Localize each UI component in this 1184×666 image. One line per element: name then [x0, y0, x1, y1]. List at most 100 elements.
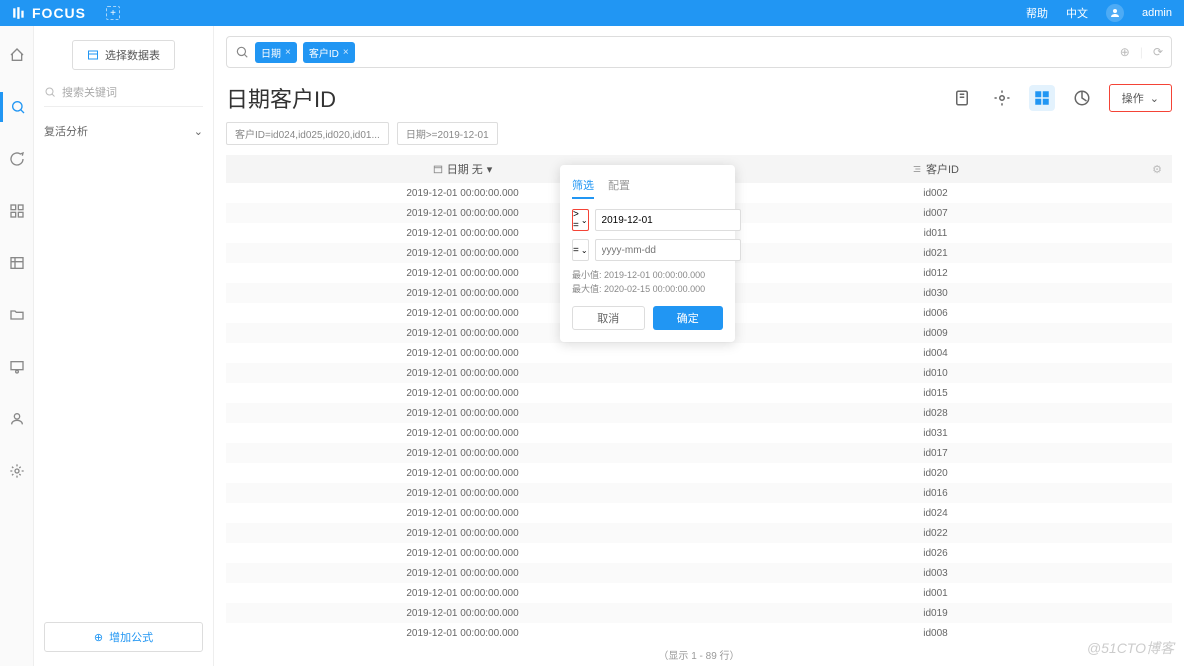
table-row[interactable]: 2019-12-01 00:00:00.000id008 — [226, 623, 1172, 643]
cell-date: 2019-12-01 00:00:00.000 — [226, 523, 699, 543]
row-count: （显示 1 - 89 行） — [226, 643, 1172, 666]
select-datatable-button[interactable]: 选择数据表 — [72, 40, 175, 70]
nav-home[interactable] — [0, 40, 34, 70]
calendar-icon — [433, 164, 443, 174]
watermark: @51CTO博客 — [1087, 638, 1174, 658]
table-row[interactable]: 2019-12-01 00:00:00.000id003 — [226, 563, 1172, 583]
cell-id: id011 — [699, 223, 1172, 243]
table-row[interactable]: 2019-12-01 00:00:00.000id028 — [226, 403, 1172, 423]
search-icon — [235, 45, 249, 59]
refresh-icon[interactable]: ⟳ — [1153, 45, 1163, 59]
add-formula-button[interactable]: ⊕ 增加公式 — [44, 622, 203, 652]
table-row[interactable]: 2019-12-01 00:00:00.000id020 — [226, 463, 1172, 483]
table-row[interactable]: 2019-12-01 00:00:00.000id031 — [226, 423, 1172, 443]
table-row[interactable]: 2019-12-01 00:00:00.000id004 — [226, 343, 1172, 363]
nav-table[interactable] — [0, 248, 34, 278]
filter-value-2[interactable] — [595, 239, 741, 261]
table-icon — [87, 49, 99, 61]
column-settings-icon[interactable]: ⚙ — [1152, 163, 1162, 176]
cancel-button[interactable]: 取消 — [572, 306, 645, 330]
new-tab-button[interactable]: + — [106, 6, 120, 20]
cell-date: 2019-12-01 00:00:00.000 — [226, 563, 699, 583]
table-row[interactable]: 2019-12-01 00:00:00.000id026 — [226, 543, 1172, 563]
nav-folder[interactable] — [0, 300, 34, 330]
cell-date: 2019-12-01 00:00:00.000 — [226, 623, 699, 643]
settings-icon[interactable] — [989, 85, 1015, 111]
table-row[interactable]: 2019-12-01 00:00:00.000id024 — [226, 503, 1172, 523]
query-bar[interactable]: 日期× 客户ID× ⊕ | ⟳ — [226, 36, 1172, 68]
filter-popover: 筛选 配置 > =⌄ =⌄ 最小值: 2019-12-01 00:00:00.0… — [560, 165, 735, 342]
filter-chips: 客户ID=id024,id025,id020,id01... 日期>=2019-… — [226, 122, 1172, 145]
close-icon[interactable]: × — [343, 47, 349, 58]
chevron-down-icon: ⌄ — [1150, 92, 1159, 105]
table-row[interactable]: 2019-12-01 00:00:00.000id001 — [226, 583, 1172, 603]
confirm-button[interactable]: 确定 — [653, 306, 724, 330]
cell-id: id012 — [699, 263, 1172, 283]
nav-chat[interactable] — [0, 144, 34, 174]
cell-id: id019 — [699, 603, 1172, 623]
nav-search[interactable] — [0, 92, 34, 122]
table-row[interactable]: 2019-12-01 00:00:00.000id019 — [226, 603, 1172, 623]
table-row[interactable]: 2019-12-01 00:00:00.000id015 — [226, 383, 1172, 403]
grid-view-icon[interactable] — [1029, 85, 1055, 111]
help-link[interactable]: 帮助 — [1026, 5, 1048, 21]
filter-chip-customer[interactable]: 客户ID=id024,id025,id020,id01... — [226, 122, 389, 145]
cell-id: id024 — [699, 503, 1172, 523]
pin-icon[interactable] — [949, 85, 975, 111]
cell-date: 2019-12-01 00:00:00.000 — [226, 443, 699, 463]
table-row[interactable]: 2019-12-01 00:00:00.000id016 — [226, 483, 1172, 503]
cell-date: 2019-12-01 00:00:00.000 — [226, 483, 699, 503]
value-range: 最小值: 2019-12-01 00:00:00.000 最大值: 2020-0… — [572, 269, 723, 296]
operator-select-1[interactable]: > =⌄ — [572, 209, 589, 231]
cell-date: 2019-12-01 00:00:00.000 — [226, 383, 699, 403]
operations-button[interactable]: 操作⌄ — [1109, 84, 1172, 112]
close-icon[interactable]: × — [285, 47, 291, 58]
table-row[interactable]: 2019-12-01 00:00:00.000id022 — [226, 523, 1172, 543]
page-title: 日期客户ID — [226, 82, 336, 114]
nav-dashboard[interactable] — [0, 196, 34, 226]
cell-id: id003 — [699, 563, 1172, 583]
nav-users[interactable] — [0, 404, 34, 434]
query-tag-date[interactable]: 日期× — [255, 42, 297, 63]
table-row[interactable]: 2019-12-01 00:00:00.000id017 — [226, 443, 1172, 463]
table-row[interactable]: 2019-12-01 00:00:00.000id010 — [226, 363, 1172, 383]
search-icon — [44, 86, 56, 98]
cell-id: id007 — [699, 203, 1172, 223]
cell-id: id017 — [699, 443, 1172, 463]
cell-id: id026 — [699, 543, 1172, 563]
brand-logo[interactable]: FOCUS — [12, 5, 86, 21]
sort-icon[interactable]: ▾ — [487, 163, 493, 176]
nav-settings[interactable] — [0, 456, 34, 486]
operator-select-2[interactable]: =⌄ — [572, 239, 589, 261]
filter-value-1[interactable] — [595, 209, 741, 231]
nav-monitor[interactable] — [0, 352, 34, 382]
sidebar-search[interactable]: 搜索关键词 — [44, 84, 203, 107]
category-item[interactable]: 复活分析 ⌄ — [44, 123, 203, 139]
user-avatar-icon[interactable] — [1106, 4, 1124, 22]
filter-chip-date[interactable]: 日期>=2019-12-01 — [397, 122, 498, 145]
nav-rail — [0, 26, 34, 666]
query-tag-customer[interactable]: 客户ID× — [303, 42, 355, 63]
username[interactable]: admin — [1142, 7, 1172, 19]
content-area: 日期× 客户ID× ⊕ | ⟳ 日期客户ID 操作⌄ 客户ID=id024,id… — [214, 26, 1184, 666]
cell-id: id022 — [699, 523, 1172, 543]
cell-id: id021 — [699, 243, 1172, 263]
chevron-down-icon: ⌄ — [581, 216, 588, 225]
cell-id: id020 — [699, 463, 1172, 483]
cell-date: 2019-12-01 00:00:00.000 — [226, 363, 699, 383]
chart-view-icon[interactable] — [1069, 85, 1095, 111]
cell-id: id028 — [699, 403, 1172, 423]
cell-id: id002 — [699, 183, 1172, 203]
chevron-down-icon: ⌄ — [581, 246, 588, 255]
cell-id: id016 — [699, 483, 1172, 503]
cell-id: id030 — [699, 283, 1172, 303]
add-circle-icon[interactable]: ⊕ — [1120, 45, 1130, 59]
language-toggle[interactable]: 中文 — [1066, 5, 1088, 21]
tab-filter[interactable]: 筛选 — [572, 177, 594, 199]
cell-id: id009 — [699, 323, 1172, 343]
column-customer-id[interactable]: 客户ID ⚙ — [699, 155, 1172, 183]
cell-date: 2019-12-01 00:00:00.000 — [226, 343, 699, 363]
cell-date: 2019-12-01 00:00:00.000 — [226, 463, 699, 483]
cell-date: 2019-12-01 00:00:00.000 — [226, 583, 699, 603]
tab-config[interactable]: 配置 — [608, 177, 630, 199]
